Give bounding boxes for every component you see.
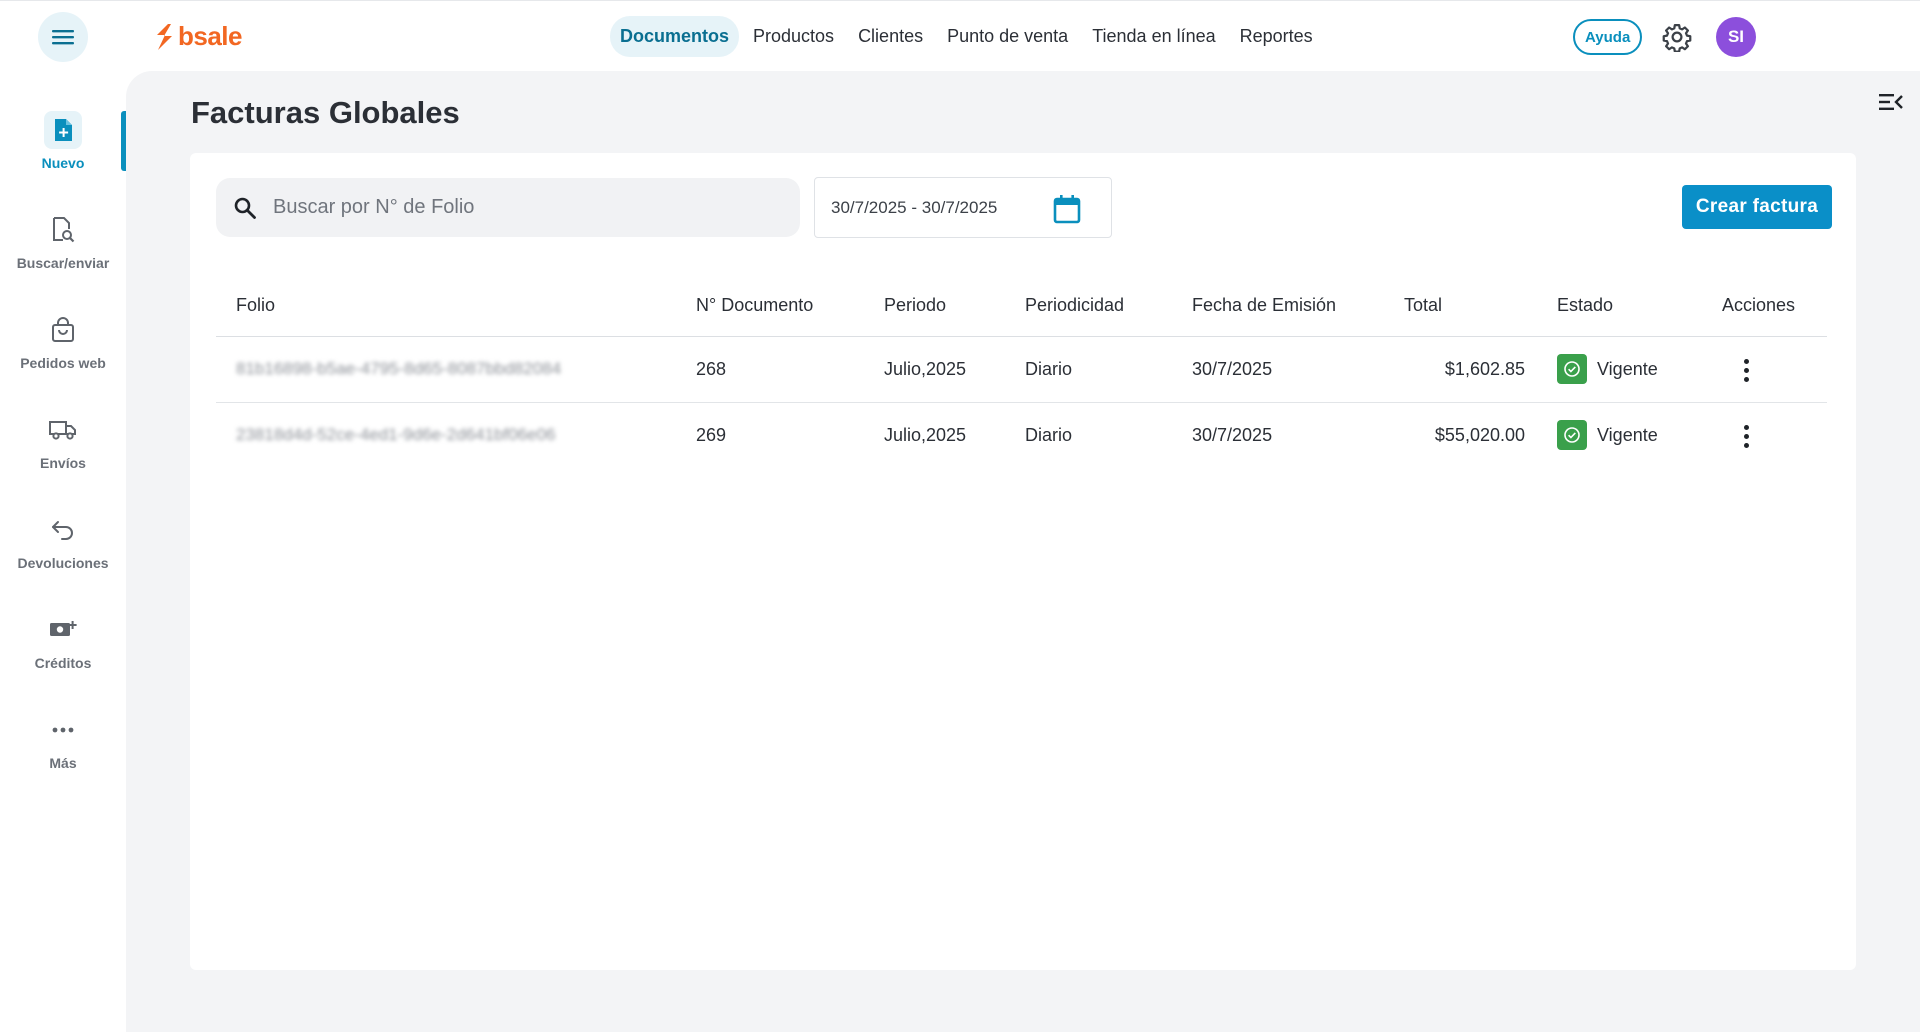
table-header: Folio N° Documento Periodo Periodicidad … xyxy=(216,273,1827,337)
cell-periodicidad: Diario xyxy=(1025,359,1073,379)
bsale-logo[interactable]: bsale xyxy=(154,21,243,52)
top-bar: bsale Documentos Productos Clientes Punt… xyxy=(0,0,1920,71)
sidebar-label-pedidos-web: Pedidos web xyxy=(20,355,106,371)
column-header-total[interactable]: Total xyxy=(1404,295,1442,316)
search-box[interactable] xyxy=(216,178,800,237)
column-header-periodo[interactable]: Periodo xyxy=(884,295,946,316)
collapse-panel-icon[interactable] xyxy=(1878,89,1904,115)
search-icon xyxy=(234,197,256,219)
column-header-fecha-emision[interactable]: Fecha de Emisión xyxy=(1192,295,1336,316)
column-header-acciones: Acciones xyxy=(1722,295,1796,315)
more-dots-icon xyxy=(44,711,82,749)
page-title: Facturas Globales xyxy=(191,95,460,130)
sidebar-item-creditos[interactable]: Créditos xyxy=(0,611,126,671)
document-search-icon xyxy=(44,211,82,249)
row-actions-menu-icon[interactable] xyxy=(1734,356,1758,384)
row-actions-menu-icon[interactable] xyxy=(1734,422,1758,450)
status-badge: Vigente xyxy=(1557,420,1658,450)
nav-reportes[interactable]: Reportes xyxy=(1230,16,1323,57)
search-input[interactable] xyxy=(273,196,753,219)
sidebar: Nuevo Buscar/enviar Pedidos web Envíos D… xyxy=(0,71,126,1032)
sidebar-label-nuevo: Nuevo xyxy=(41,155,85,171)
menu-button[interactable] xyxy=(38,12,88,62)
cell-fecha-emision: 30/7/2025 xyxy=(1192,359,1273,379)
table-row[interactable]: 81b16898-b5ae-4795-8d65-8087bbd82084 268… xyxy=(216,337,1827,403)
gear-icon[interactable] xyxy=(1662,22,1692,52)
truck-icon xyxy=(44,411,82,449)
date-range-picker[interactable]: 30/7/2025 - 30/7/2025 xyxy=(814,177,1112,238)
calendar-icon[interactable] xyxy=(1053,194,1081,224)
hamburger-icon xyxy=(52,30,74,45)
help-button[interactable]: Ayuda xyxy=(1573,19,1643,55)
check-circle-icon xyxy=(1557,420,1587,450)
nav-clientes[interactable]: Clientes xyxy=(848,16,933,57)
sidebar-item-pedidos-web[interactable]: Pedidos web xyxy=(0,311,126,371)
column-header-estado[interactable]: Estado xyxy=(1557,295,1613,316)
cell-folio: 81b16898-b5ae-4795-8d65-8087bbd82084 xyxy=(236,359,562,378)
nav-punto-de-venta[interactable]: Punto de venta xyxy=(937,16,1078,57)
invoices-table: Folio N° Documento Periodo Periodicidad … xyxy=(216,273,1827,469)
invoices-card: 30/7/2025 - 30/7/2025 Crear factura Foli… xyxy=(190,153,1856,970)
status-badge: Vigente xyxy=(1557,354,1658,384)
user-avatar[interactable]: SI xyxy=(1716,17,1756,57)
date-range-value: 30/7/2025 - 30/7/2025 xyxy=(831,197,998,217)
cell-documento: 269 xyxy=(696,425,727,445)
nav-productos[interactable]: Productos xyxy=(743,16,844,57)
nav-tienda-en-linea[interactable]: Tienda en línea xyxy=(1082,16,1225,57)
brand-name: bsale xyxy=(178,21,243,51)
create-invoice-button[interactable]: Crear factura xyxy=(1682,185,1832,229)
new-document-icon xyxy=(44,111,82,149)
main-nav: Documentos Productos Clientes Punto de v… xyxy=(610,16,1323,57)
cell-periodo: Julio,2025 xyxy=(884,359,967,379)
cell-total: $55,020.00 xyxy=(1434,425,1525,445)
sidebar-label-envios: Envíos xyxy=(40,455,86,471)
return-arrow-icon xyxy=(44,511,82,549)
bsale-logo-icon xyxy=(157,23,172,50)
column-header-folio[interactable]: Folio xyxy=(236,295,275,316)
sidebar-item-envios[interactable]: Envíos xyxy=(0,411,126,471)
status-text: Vigente xyxy=(1597,358,1658,379)
table-row[interactable]: 23818d4d-52ce-4ed1-9d6e-2d641bf06e06 269… xyxy=(216,403,1827,469)
check-circle-icon xyxy=(1557,354,1587,384)
cash-plus-icon xyxy=(44,611,82,649)
nav-documentos[interactable]: Documentos xyxy=(610,16,740,57)
column-header-periodicidad[interactable]: Periodicidad xyxy=(1025,295,1124,316)
shopping-bag-icon xyxy=(44,311,82,349)
cell-documento: 268 xyxy=(696,359,727,379)
column-header-documento[interactable]: N° Documento xyxy=(696,295,813,316)
sidebar-label-creditos: Créditos xyxy=(34,655,92,671)
sidebar-item-nuevo[interactable]: Nuevo xyxy=(0,111,126,171)
cell-folio: 23818d4d-52ce-4ed1-9d6e-2d641bf06e06 xyxy=(236,425,556,444)
sidebar-item-mas[interactable]: Más xyxy=(0,711,126,771)
sidebar-label-mas: Más xyxy=(49,755,77,771)
cell-periodo: Julio,2025 xyxy=(884,425,967,445)
sidebar-label-devoluciones: Devoluciones xyxy=(17,555,109,571)
cell-periodicidad: Diario xyxy=(1025,425,1073,445)
main-content: Facturas Globales 30/7/2025 - 30/7/2025 … xyxy=(126,71,1920,1032)
sidebar-item-devoluciones[interactable]: Devoluciones xyxy=(0,511,126,571)
cell-total: $1,602.85 xyxy=(1444,359,1525,379)
status-text: Vigente xyxy=(1597,424,1658,445)
sidebar-item-buscar-enviar[interactable]: Buscar/enviar xyxy=(0,211,126,271)
sidebar-label-buscar-enviar: Buscar/enviar xyxy=(16,255,110,271)
cell-fecha-emision: 30/7/2025 xyxy=(1192,425,1273,445)
